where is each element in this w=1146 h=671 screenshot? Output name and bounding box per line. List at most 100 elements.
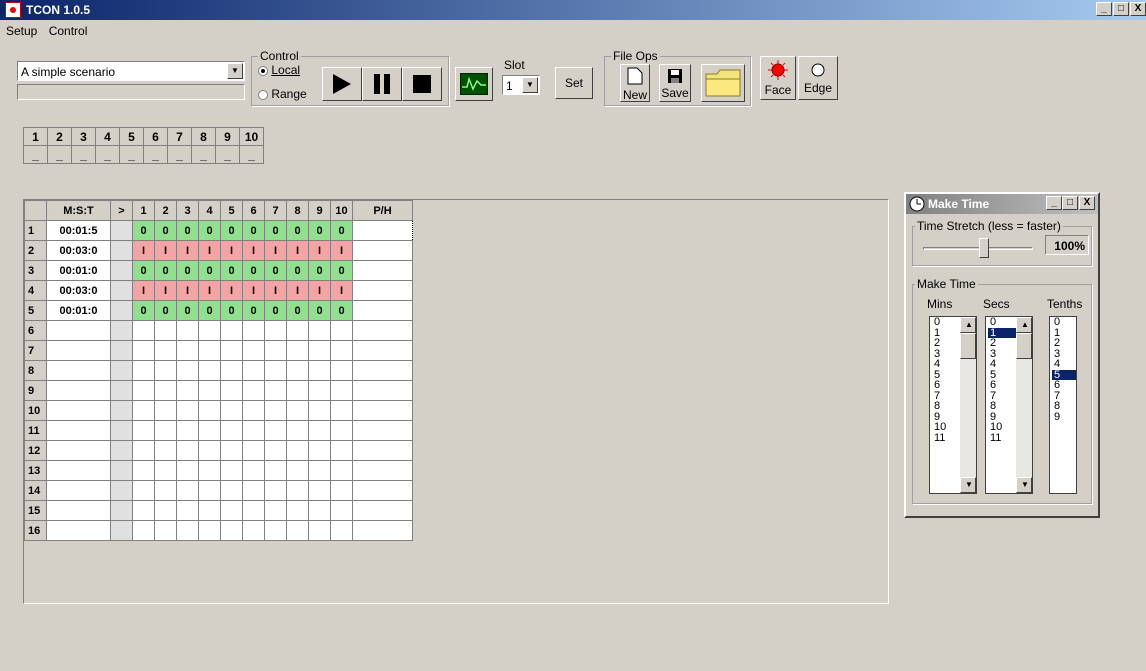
set-button[interactable]: Set — [555, 67, 593, 99]
channel-cell[interactable] — [132, 460, 155, 481]
channel-cell[interactable] — [154, 520, 177, 541]
secs-scrollbar[interactable]: ▲ ▼ — [1016, 317, 1032, 493]
channel-cell[interactable]: I — [154, 280, 177, 301]
table-row[interactable]: 5 00:01:0 0 0 0 0 0 0 0 0 0 0 — [24, 300, 413, 321]
time-cell[interactable] — [46, 420, 111, 441]
channel-cell[interactable] — [264, 380, 287, 401]
channel-cell[interactable] — [330, 460, 353, 481]
radio-local[interactable]: Local — [258, 63, 300, 77]
stop-button[interactable] — [402, 67, 442, 101]
marker-cell[interactable] — [110, 380, 133, 401]
list-item[interactable]: 4 — [1052, 359, 1076, 370]
ph-cell[interactable] — [352, 220, 413, 241]
channel-cell[interactable] — [330, 420, 353, 441]
channel-cell[interactable] — [132, 420, 155, 441]
channel-cell[interactable]: I — [286, 240, 309, 261]
ph-cell[interactable] — [352, 400, 413, 421]
marker-cell[interactable] — [110, 420, 133, 441]
channel-cell[interactable] — [330, 520, 353, 541]
channel-cell[interactable] — [242, 420, 265, 441]
face-button[interactable]: Face — [760, 56, 796, 100]
play-button[interactable] — [322, 67, 362, 101]
channel-cell[interactable]: I — [242, 240, 265, 261]
time-cell[interactable] — [46, 400, 111, 421]
channel-cell[interactable] — [198, 380, 221, 401]
channel-cell[interactable] — [154, 440, 177, 461]
channel-cell[interactable] — [308, 380, 331, 401]
channel-cell[interactable]: 0 — [198, 260, 221, 281]
channel-cell[interactable] — [330, 320, 353, 341]
table-row[interactable]: 9 — [24, 380, 413, 401]
channel-cell[interactable]: 0 — [220, 260, 243, 281]
channel-cell[interactable] — [176, 420, 199, 441]
channel-cell[interactable]: I — [154, 240, 177, 261]
channel-cell[interactable] — [132, 440, 155, 461]
menu-setup[interactable]: Setup — [6, 24, 37, 38]
channel-cell[interactable] — [132, 480, 155, 501]
ph-cell[interactable] — [352, 380, 413, 401]
channel-cell[interactable] — [242, 500, 265, 521]
channel-cell[interactable] — [242, 520, 265, 541]
channel-cell[interactable] — [220, 340, 243, 361]
time-cell[interactable]: 00:01:5 — [46, 220, 111, 241]
channel-cell[interactable] — [264, 460, 287, 481]
channel-cell[interactable]: 0 — [330, 260, 353, 281]
channel-cell[interactable] — [220, 380, 243, 401]
channel-cell[interactable]: I — [330, 280, 353, 301]
channel-cell[interactable]: I — [308, 280, 331, 301]
channel-cell[interactable] — [220, 400, 243, 421]
marker-cell[interactable] — [110, 500, 133, 521]
table-row[interactable]: 11 — [24, 420, 413, 441]
channel-cell[interactable]: 0 — [242, 300, 265, 321]
time-cell[interactable]: 00:03:0 — [46, 240, 111, 261]
stretch-slider-thumb[interactable] — [979, 238, 989, 258]
channel-cell[interactable]: I — [132, 240, 155, 261]
channel-cell[interactable]: 0 — [242, 260, 265, 281]
time-cell[interactable] — [46, 460, 111, 481]
channel-cell[interactable]: 0 — [154, 260, 177, 281]
list-item[interactable]: 9 — [1052, 411, 1076, 423]
channel-cell[interactable] — [286, 340, 309, 361]
channel-cell[interactable]: 0 — [264, 220, 287, 241]
channel-cell[interactable] — [154, 460, 177, 481]
ph-cell[interactable] — [352, 520, 413, 541]
channel-cell[interactable] — [286, 380, 309, 401]
channel-cell[interactable] — [132, 500, 155, 521]
channel-cell[interactable]: 0 — [308, 300, 331, 321]
channel-cell[interactable]: I — [264, 240, 287, 261]
channel-cell[interactable]: 0 — [154, 220, 177, 241]
channel-cell[interactable]: 0 — [198, 220, 221, 241]
channel-cell[interactable] — [286, 500, 309, 521]
channel-cell[interactable]: 0 — [264, 260, 287, 281]
channel-cell[interactable] — [308, 460, 331, 481]
channel-cell[interactable]: 0 — [330, 300, 353, 321]
channel-cell[interactable] — [308, 500, 331, 521]
channel-cell[interactable]: I — [330, 240, 353, 261]
ph-cell[interactable] — [352, 420, 413, 441]
channel-cell[interactable] — [330, 480, 353, 501]
table-row[interactable]: 8 — [24, 360, 413, 381]
marker-cell[interactable] — [110, 320, 133, 341]
channel-cell[interactable] — [220, 360, 243, 381]
channel-cell[interactable]: 0 — [176, 300, 199, 321]
channel-cell[interactable] — [220, 480, 243, 501]
channel-cell[interactable] — [176, 440, 199, 461]
channel-cell[interactable] — [176, 380, 199, 401]
channel-cell[interactable] — [220, 520, 243, 541]
list-item[interactable]: 2 — [1052, 338, 1076, 349]
channel-cell[interactable] — [330, 380, 353, 401]
channel-cell[interactable] — [308, 520, 331, 541]
ph-cell[interactable] — [352, 460, 413, 481]
channel-cell[interactable] — [264, 480, 287, 501]
channel-cell[interactable]: 0 — [132, 300, 155, 321]
ph-cell[interactable] — [352, 260, 413, 281]
channel-cell[interactable] — [176, 520, 199, 541]
channel-cell[interactable] — [176, 480, 199, 501]
channel-cell[interactable] — [176, 340, 199, 361]
scroll-up-icon[interactable]: ▲ — [960, 317, 976, 333]
pause-button[interactable] — [362, 67, 402, 101]
new-button[interactable]: New — [620, 64, 650, 102]
mins-scroll-thumb[interactable] — [960, 333, 976, 359]
channel-cell[interactable] — [198, 400, 221, 421]
channel-cell[interactable]: 0 — [330, 220, 353, 241]
